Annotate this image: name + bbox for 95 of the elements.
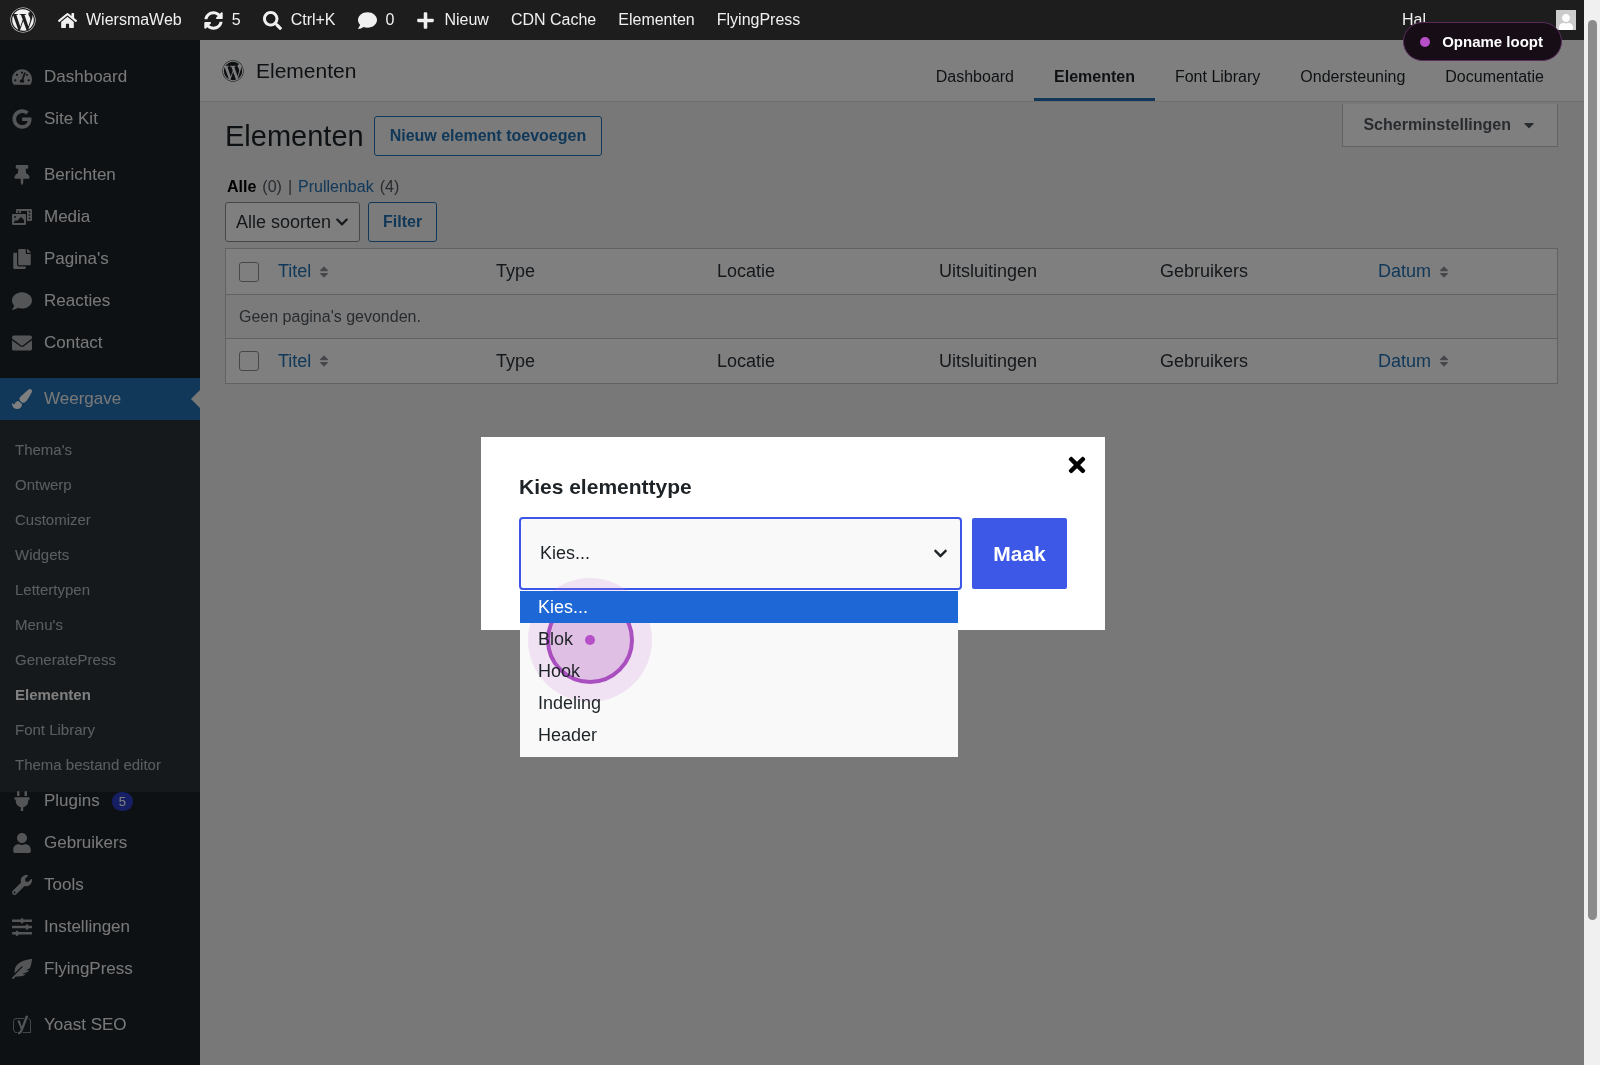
page-title: Elementen: [225, 119, 364, 153]
submenu-item[interactable]: Ontwerp: [0, 467, 200, 502]
header-tab[interactable]: Dashboard: [915, 59, 1034, 101]
header-tab[interactable]: Elementen: [1034, 59, 1155, 101]
view-count: (0): [262, 178, 282, 196]
submenu-item[interactable]: Font Library: [0, 712, 200, 747]
type-select[interactable]: Alle soorten: [225, 202, 361, 242]
dropdown-option[interactable]: Indeling: [520, 687, 958, 719]
envelope-icon: [12, 333, 32, 353]
submenu-item[interactable]: Widgets: [0, 537, 200, 572]
sortable-column-header[interactable]: Datum: [1378, 350, 1557, 372]
wordpress-logo-icon[interactable]: [10, 7, 36, 33]
yoast-logo-icon: [12, 1015, 32, 1035]
user-icon: [12, 833, 32, 853]
pages-icon: [12, 249, 32, 269]
separator-text: |: [287, 178, 293, 196]
plus-icon: [416, 10, 436, 30]
submenu-item[interactable]: Elementen: [0, 677, 200, 712]
create-button[interactable]: Maak: [972, 518, 1067, 589]
admin-bar-item[interactable]: 0: [357, 10, 395, 30]
checkbox[interactable]: [239, 351, 259, 371]
screen-options-button[interactable]: Scherminstellingen: [1342, 104, 1558, 147]
sidebar-item[interactable]: Gebruikers: [0, 822, 200, 864]
element-type-select[interactable]: Kies...: [519, 517, 962, 590]
home-icon: [58, 10, 77, 30]
recording-dot-icon: [1420, 36, 1431, 47]
add-new-button[interactable]: Nieuw element toevoegen: [373, 116, 603, 156]
plug-icon: [12, 791, 32, 811]
sidebar-item[interactable]: Plugins 5: [0, 780, 200, 822]
header-tab[interactable]: Ondersteuning: [1280, 59, 1426, 101]
refresh-icon: [203, 10, 223, 30]
header-tab[interactable]: Documentatie: [1425, 59, 1564, 101]
submenu-item[interactable]: Thema bestand editor: [0, 747, 200, 782]
modal-title: Kies elementtype: [519, 475, 693, 499]
admin-bar-item[interactable]: CDN Cache: [510, 11, 597, 29]
view-link[interactable]: Alle: [227, 178, 257, 196]
admin-bar-item[interactable]: 5: [203, 10, 241, 30]
scrollbar[interactable]: [1587, 20, 1597, 920]
wrench-icon: [12, 875, 32, 895]
brush-icon: [12, 389, 32, 409]
column-header: Gebruikers: [1160, 350, 1250, 372]
sidebar-item[interactable]: Site Kit: [0, 98, 200, 140]
sort-icon: [1437, 354, 1451, 368]
sidebar-item[interactable]: Reacties: [0, 280, 200, 322]
pin-icon: [12, 165, 32, 185]
sidebar-item[interactable]: Yoast SEO: [0, 1004, 200, 1046]
admin-bar-item[interactable]: Ctrl+K: [262, 10, 336, 30]
column-header: Uitsluitingen: [939, 261, 1039, 282]
sidebar-item[interactable]: Weergave: [0, 378, 200, 420]
feather-icon: [12, 959, 32, 979]
submenu-item[interactable]: GeneratePress: [0, 642, 200, 677]
column-header: Uitsluitingen: [939, 350, 1039, 372]
sortable-column-header[interactable]: Titel: [278, 350, 496, 372]
header-tab[interactable]: Font Library: [1154, 59, 1281, 101]
comment-icon: [12, 291, 32, 311]
sidebar-item[interactable]: Contact: [0, 322, 200, 364]
sidebar-item[interactable]: Media: [0, 196, 200, 238]
checkbox[interactable]: [239, 261, 259, 282]
g-logo-icon: [12, 109, 32, 129]
column-header: Locatie: [717, 261, 777, 282]
submenu-item[interactable]: Thema's: [0, 432, 200, 467]
column-header: Type: [496, 261, 537, 282]
search-icon: [262, 10, 282, 30]
dropdown-option[interactable]: Kies...: [520, 591, 958, 623]
column-header: Gebruikers: [1160, 261, 1250, 282]
sidebar-item[interactable]: Berichten: [0, 154, 200, 196]
sortable-column-header[interactable]: Titel: [278, 261, 496, 282]
column-header: Locatie: [717, 350, 777, 372]
sliders-icon: [12, 917, 32, 937]
filter-button[interactable]: Filter: [368, 202, 438, 242]
view-link[interactable]: Prullenbak: [298, 178, 374, 196]
view-count: (4): [379, 178, 400, 196]
submenu-item[interactable]: Customizer: [0, 502, 200, 537]
submenu-item[interactable]: Menu's: [0, 607, 200, 642]
plugin-title: Elementen: [222, 40, 357, 101]
sidebar-item[interactable]: Dashboard: [0, 56, 200, 98]
avatar-icon[interactable]: [1556, 10, 1576, 30]
sidebar-item[interactable]: Pagina's: [0, 238, 200, 280]
column-header: Type: [496, 350, 537, 372]
sort-icon: [1437, 264, 1451, 279]
admin-bar-item[interactable]: Elementen: [618, 11, 695, 29]
sidebar-item[interactable]: Instellingen: [0, 906, 200, 948]
sidebar-item[interactable]: Tools: [0, 864, 200, 906]
dropdown-option[interactable]: Header: [520, 719, 958, 751]
admin-bar-item[interactable]: WiersmaWeb: [58, 10, 182, 30]
circle-logo-icon: [222, 59, 244, 82]
media-icon: [12, 207, 32, 227]
submenu-item[interactable]: Lettertypen: [0, 572, 200, 607]
empty-message: Geen pagina's gevonden.: [238, 307, 421, 326]
sidebar-item[interactable]: FlyingPress: [0, 948, 200, 990]
sortable-column-header[interactable]: Datum: [1378, 261, 1557, 282]
admin-bar-item[interactable]: Nieuw: [416, 10, 489, 30]
admin-bar-item[interactable]: FlyingPress: [716, 11, 801, 29]
dashboard-icon: [12, 67, 32, 87]
comment-icon: [357, 10, 377, 30]
